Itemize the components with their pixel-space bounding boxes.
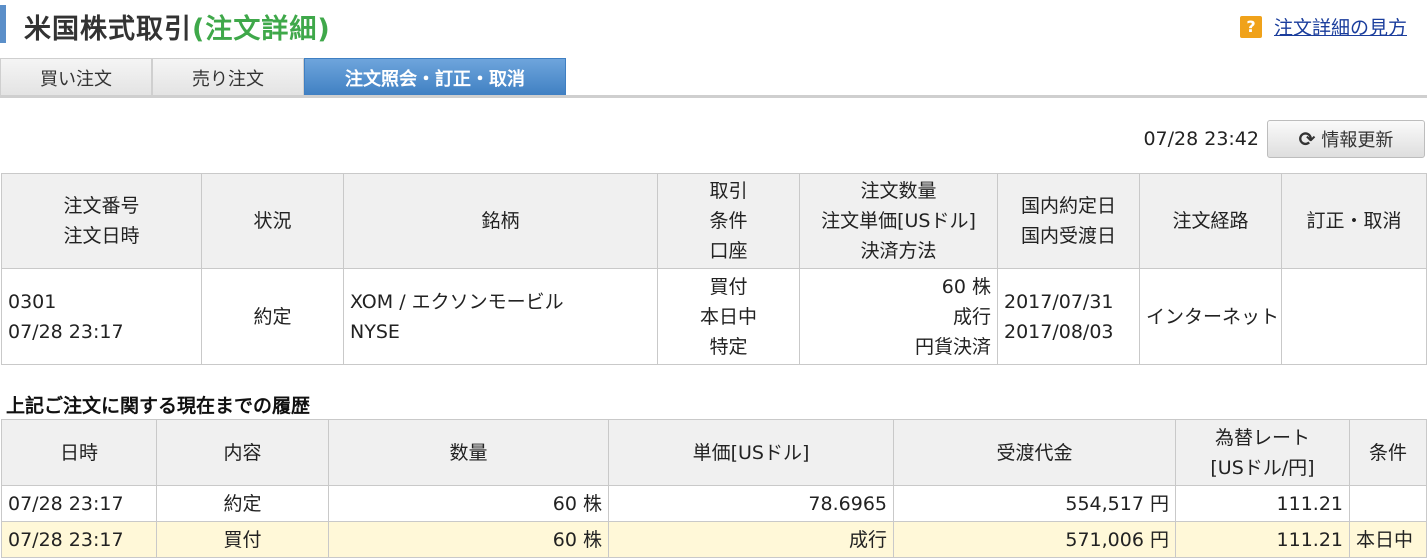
trade-cell: 買付 本日中 特定 [657,268,800,365]
history-rate: 111.21 [1175,521,1350,558]
history-header-condition: 条件 [1349,419,1427,486]
help-link-label[interactable]: 注文詳細の見方 [1274,13,1407,40]
page-header: 米国株式取引(注文詳細) ? 注文詳細の見方 [0,5,1427,46]
header-order-datetime-label: 注文日時 [63,225,140,247]
header-quantity-label: 注文数量 [860,180,937,202]
history-section-title: 上記ご注文に関する現在までの履歴 [6,395,311,417]
tabs-divider [0,95,1427,98]
history-price: 成行 [608,521,894,558]
last-updated-time: 07/28 23:42 [1143,128,1259,150]
history-amount: 554,517 円 [893,485,1176,522]
title-accent-bar [0,5,6,43]
modify-cell [1281,268,1427,365]
history-header-amount: 受渡代金 [893,419,1176,486]
history-rate: 111.21 [1175,485,1350,522]
refresh-icon: ⟳ [1298,127,1316,151]
account-type: 特定 [709,335,748,358]
table-row: 07/28 23:17 約定 60 株 78.6965 554,517 円 11… [1,485,1427,522]
question-icon[interactable]: ? [1239,15,1262,38]
exec-date: 2017/07/31 [1004,290,1114,313]
history-header-rate-label: 為替レート [1214,426,1310,449]
order-price: 成行 [952,305,991,328]
tab-sell-order[interactable]: 売り注文 [152,58,304,96]
dates-cell: 2017/07/31 2017/08/03 [997,268,1140,365]
order-route: インターネット [1139,268,1282,365]
order-number: 0301 [8,290,57,313]
history-header-row: 日時 内容 数量 単価[USドル] 受渡代金 為替レート [USドル/円] 条件 [1,419,1427,486]
history-table: 日時 内容 数量 単価[USドル] 受渡代金 為替レート [USドル/円] 条件… [1,419,1427,558]
order-detail-table: 注文番号 注文日時 状況 銘柄 取引 条件 口座 注文数量 注文単価[USドル]… [1,173,1427,365]
tab-buy-order[interactable]: 買い注文 [0,58,152,96]
history-condition: 本日中 [1349,521,1427,558]
order-quantity: 60 株 [941,275,991,298]
order-status: 約定 [201,268,344,365]
symbol-cell: XOM / エクソンモービル NYSE [343,268,658,365]
history-content: 買付 [156,521,329,558]
history-header-price: 単価[USドル] [608,419,894,486]
history-condition [1349,485,1427,522]
order-number-cell: 0301 07/28 23:17 [1,268,202,365]
quantity-cell: 60 株 成行 円貨決済 [799,268,998,365]
trade-type: 買付 [709,275,748,298]
history-datetime: 07/28 23:17 [1,485,157,522]
header-symbol: 銘柄 [343,173,658,269]
page-subtitle: (注文詳細) [192,14,331,45]
header-price-label: 注文単価[USドル] [821,210,976,232]
header-exec-date-label: 国内約定日 [1020,195,1116,217]
history-header-quantity: 数量 [328,419,609,486]
history-datetime: 07/28 23:17 [1,521,157,558]
page-title-text: 米国株式取引 [24,14,192,45]
tab-order-inquiry[interactable]: 注文照会・訂正・取消 [304,58,566,96]
header-quantity: 注文数量 注文単価[USドル] 決済方法 [799,173,998,269]
refresh-button[interactable]: ⟳ 情報更新 [1267,120,1425,158]
refresh-button-label: 情報更新 [1321,130,1394,151]
history-header-rate: 為替レート [USドル/円] [1175,419,1350,486]
header-condition-label: 条件 [709,210,748,232]
header-modify: 訂正・取消 [1281,173,1427,269]
history-header-datetime: 日時 [1,419,157,486]
header-status: 状況 [201,173,344,269]
trade-condition: 本日中 [699,305,757,328]
history-amount: 571,006 円 [893,521,1176,558]
delivery-date: 2017/08/03 [1004,320,1114,343]
history-price: 78.6965 [608,485,894,522]
header-trade-label: 取引 [709,180,748,202]
history-quantity: 60 株 [328,521,609,558]
header-settlement-label: 決済方法 [860,240,937,262]
market-name: NYSE [350,320,400,343]
help-link[interactable]: ? 注文詳細の見方 [1239,13,1407,40]
history-header-rate-unit: [USドル/円] [1210,456,1315,479]
history-header-content: 内容 [156,419,329,486]
header-dates: 国内約定日 国内受渡日 [997,173,1140,269]
header-route: 注文経路 [1139,173,1282,269]
table-row: 07/28 23:17 買付 60 株 成行 571,006 円 111.21 … [1,521,1427,558]
header-trade: 取引 条件 口座 [657,173,800,269]
history-content: 約定 [156,485,329,522]
settlement-method: 円貨決済 [914,335,991,358]
order-row: 0301 07/28 23:17 約定 XOM / エクソンモービル NYSE … [1,268,1427,365]
refresh-row: 07/28 23:42 ⟳ 情報更新 [1143,120,1425,158]
header-order-number: 注文番号 注文日時 [1,173,202,269]
symbol-name: XOM / エクソンモービル [350,290,564,313]
header-delivery-date-label: 国内受渡日 [1020,225,1116,247]
order-datetime: 07/28 23:17 [8,320,124,343]
page-title: 米国株式取引(注文詳細) [24,7,331,46]
header-account-label: 口座 [709,240,748,262]
history-quantity: 60 株 [328,485,609,522]
order-table-header-row: 注文番号 注文日時 状況 銘柄 取引 条件 口座 注文数量 注文単価[USドル]… [1,173,1427,269]
order-tabs: 買い注文 売り注文 注文照会・訂正・取消 [0,58,566,98]
header-order-number-label: 注文番号 [63,195,140,217]
